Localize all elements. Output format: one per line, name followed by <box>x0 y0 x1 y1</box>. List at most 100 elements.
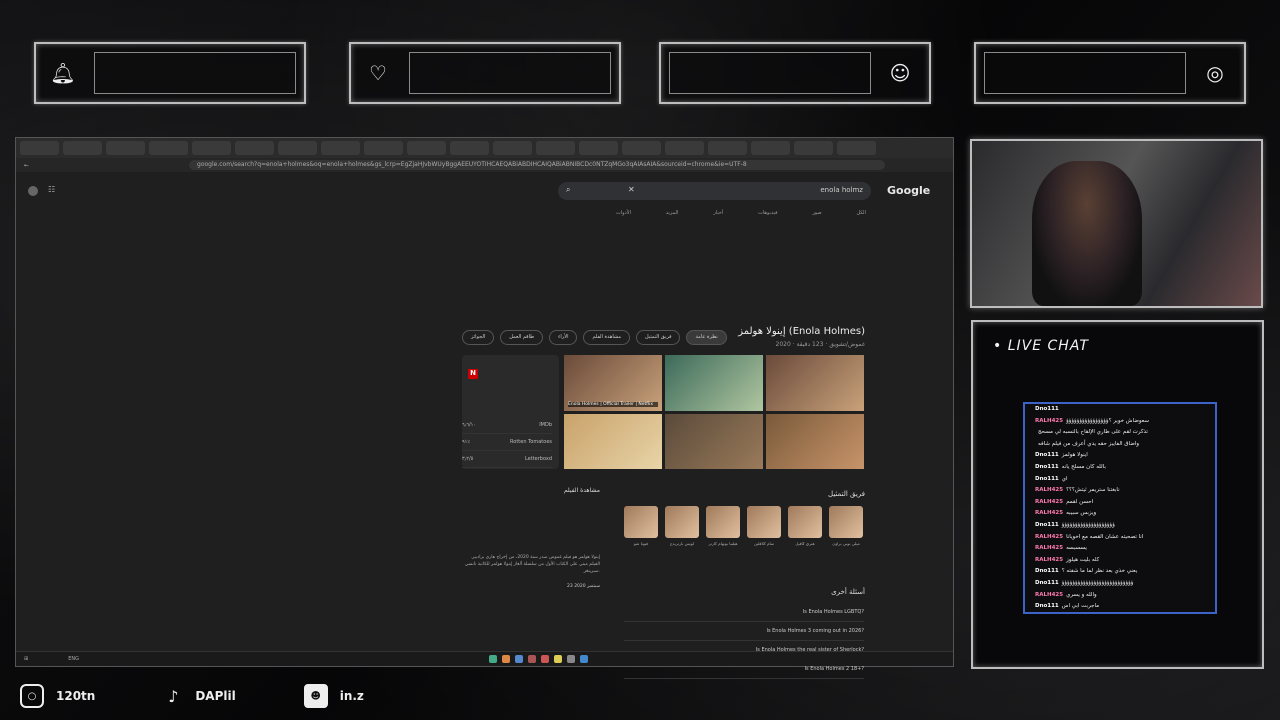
app-icon[interactable] <box>540 655 549 663</box>
nav-tab[interactable]: أخبار <box>713 210 723 216</box>
release-date: 23 سبتمبر 2020 <box>567 584 600 589</box>
browser-tab[interactable] <box>493 141 532 155</box>
nav-tab[interactable]: الكل <box>857 210 866 216</box>
cast-member[interactable]: ميلي بوبي براون <box>829 506 863 546</box>
nav-tab[interactable]: المزيد <box>666 210 679 216</box>
app-icon[interactable] <box>488 655 497 663</box>
chat-message: Dno111 ؤؤؤؤؤؤؤؤؤؤؤؤؤؤؤؤؤؤؤؤؤؤؤؤؤؤؤ <box>1025 578 1215 590</box>
alert-frame-follow: 🔔︎ <box>34 42 306 104</box>
browser-tab[interactable] <box>579 141 618 155</box>
movie-image[interactable] <box>665 413 763 469</box>
browser-tab[interactable] <box>407 141 446 155</box>
browser-tab[interactable] <box>20 141 59 155</box>
google-logo[interactable]: Google <box>887 184 930 197</box>
chat-message: RALH425 ويزبس سبيبه <box>1025 508 1215 520</box>
cast-row: فيونا شو لويس بارتريدج هيلينا بونهام كار… <box>624 506 863 546</box>
pill[interactable]: الأراء <box>549 330 578 345</box>
browser-tab[interactable] <box>751 141 790 155</box>
pill-active[interactable]: نظرة عامة <box>686 330 727 345</box>
cast-member[interactable]: سام كلافلين <box>747 506 781 546</box>
cast-heading: فريق التمثيل <box>828 490 865 498</box>
browser-tab[interactable] <box>364 141 403 155</box>
app-icon[interactable] <box>579 655 588 663</box>
cast-photo <box>624 506 658 538</box>
browser-tab[interactable] <box>192 141 231 155</box>
app-icon[interactable] <box>514 655 523 663</box>
chrome-icon[interactable] <box>501 655 510 663</box>
avatar[interactable] <box>28 186 38 196</box>
movie-image[interactable] <box>766 413 864 469</box>
search-icon[interactable]: ⌕ <box>566 185 570 195</box>
alert-frame-inner <box>669 52 871 94</box>
trailer-title: Enola Holmes | Official Trailer | Netfli… <box>568 401 658 407</box>
alert-frame-donation: ♡ <box>349 42 621 104</box>
social-discord: ☻ in.z <box>303 684 364 708</box>
cast-member[interactable]: فيونا شو <box>624 506 658 546</box>
trailer-thumbnail[interactable]: Enola Holmes | Official Trailer | Netfli… <box>564 355 662 411</box>
cast-name: سام كلافلين <box>753 541 775 546</box>
nav-tab[interactable]: فيديوهات <box>758 210 777 216</box>
heart-hand-icon: ♡ <box>369 61 387 85</box>
browser-tab[interactable] <box>450 141 489 155</box>
alert-frame-inner <box>409 52 611 94</box>
cast-member[interactable]: لويس بارتريدج <box>665 506 699 546</box>
apps-grid-icon[interactable]: ☷ <box>48 185 55 194</box>
cast-member[interactable]: هيلينا بونهام كارتر <box>706 506 740 546</box>
app-icon[interactable] <box>566 655 575 663</box>
rating-row[interactable]: ٣٫٢/٥ Letterboxd <box>462 451 552 468</box>
rating-row[interactable]: ٩١٪ Rotten Tomatoes <box>462 434 552 451</box>
language-indicator[interactable]: ENG <box>68 656 79 662</box>
windows-start-icon[interactable]: ⊞ <box>24 656 28 662</box>
browser-tab[interactable] <box>794 141 833 155</box>
chat-message: Dno111 بالله كان مسلح يانه <box>1025 462 1215 474</box>
alert-frame-inner <box>984 52 1186 94</box>
url-field[interactable]: google.com/search?q=enola+holmes&oq=enol… <box>189 160 886 170</box>
folder-icon[interactable] <box>553 655 562 663</box>
clear-icon[interactable]: ✕ <box>628 185 635 194</box>
browser-tab[interactable] <box>63 141 102 155</box>
faq-item[interactable]: Is Enola Holmes LGBTQ? <box>624 603 864 622</box>
pill[interactable]: مشاهدة الفلم <box>583 330 631 345</box>
app-icon[interactable] <box>527 655 536 663</box>
browser-tab[interactable] <box>665 141 704 155</box>
search-query: enola holmz <box>820 186 863 194</box>
movie-image[interactable] <box>564 413 662 469</box>
pill[interactable]: فريق التمثيل <box>636 330 681 345</box>
movie-image[interactable] <box>665 355 763 411</box>
browser-tab[interactable] <box>536 141 575 155</box>
search-input[interactable]: ⌕ ✕ enola holmz <box>558 182 871 200</box>
webcam-frame <box>970 139 1263 308</box>
movie-image[interactable] <box>766 355 864 411</box>
browser-tab[interactable] <box>622 141 661 155</box>
back-icon[interactable]: ← <box>24 162 29 169</box>
description: إينولا هولمز هو فيلم غموض صدر سنة 2020، … <box>464 555 600 574</box>
chat-message: RALH425 سعوضاش خوير ؟ؤؤؤؤؤؤؤؤؤؤؤؤؤؤؤؤ <box>1025 416 1215 428</box>
social-handle: 120tn <box>56 689 96 703</box>
rating-value: ٦٫٦/١٠ <box>462 422 477 428</box>
browser-tab[interactable] <box>321 141 360 155</box>
nav-tab[interactable]: صور <box>812 210 821 216</box>
social-handle: in.z <box>339 689 364 703</box>
pill[interactable]: الجوائز <box>462 330 495 345</box>
chat-username: RALH425 <box>1035 533 1064 540</box>
rating-row[interactable]: ٦٫٦/١٠ IMDb <box>462 417 552 434</box>
chat-title: • LIVE CHAT <box>993 338 1089 354</box>
chat-text: احسن لقمم <box>1066 498 1094 505</box>
chat-username: Dno111 <box>1035 603 1059 610</box>
webcam-streamer <box>1032 161 1142 306</box>
browser-tab[interactable] <box>149 141 188 155</box>
browser-tab[interactable] <box>708 141 747 155</box>
faq-item[interactable]: Is Enola Holmes 3 coming out in 2026? <box>624 622 864 641</box>
browser-tab[interactable] <box>278 141 317 155</box>
chat-text: واضاق الفايبز حقه يدي أعرف من فيلم شافه <box>1038 440 1140 447</box>
chat-text: ؤؤؤؤؤؤؤؤؤؤؤؤؤؤؤؤؤؤؤؤؤؤؤؤؤؤؤ <box>1061 579 1134 586</box>
nav-tab[interactable]: الأدوات <box>616 210 631 216</box>
cast-member[interactable]: هنري كافيل <box>788 506 822 546</box>
browser-tab[interactable] <box>837 141 876 155</box>
pill[interactable]: طاقم العمل <box>500 330 544 345</box>
alert-frame-bits: ◎ <box>974 42 1246 104</box>
chat-username: Dno111 <box>1035 568 1059 575</box>
instagram-icon: ○ <box>20 684 44 708</box>
browser-tab[interactable] <box>235 141 274 155</box>
browser-tab[interactable] <box>106 141 145 155</box>
